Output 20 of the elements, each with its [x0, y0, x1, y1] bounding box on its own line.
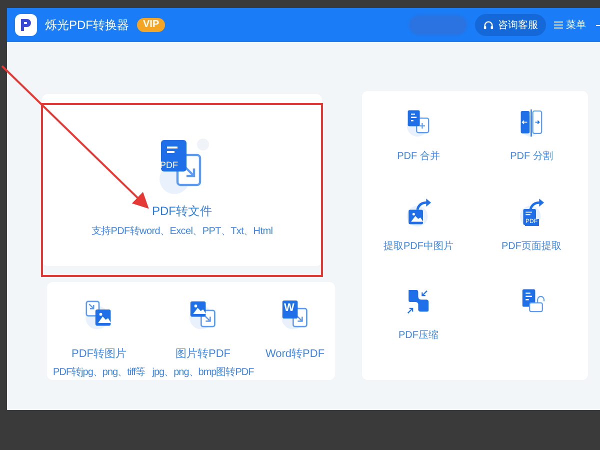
tool-label[interactable]: 图片转PDF [176, 346, 230, 362]
tool-button[interactable]: PDF 合并 [397, 107, 440, 164]
support-button[interactable]: 咨询客服 [475, 14, 546, 36]
app-title: 烁光PDF转换器 [45, 17, 129, 34]
minimize-icon[interactable] [596, 24, 600, 26]
vip-badge: VIP [137, 18, 166, 32]
icon-label: W [284, 302, 294, 314]
tool-description: jpg、png、bmp图转PDF [152, 366, 254, 380]
tool-button[interactable]: PDF 分割 [510, 107, 553, 164]
tool-button[interactable]: PDF压缩 [398, 286, 438, 344]
tool-label[interactable]: Word转PDF [265, 346, 325, 362]
tool-label[interactable]: PDF转图片 [72, 346, 126, 362]
logo-icon [15, 14, 37, 36]
headset-icon [483, 20, 494, 30]
tool-description: 支持PDF转word、Excel、PPT、Txt、Html [91, 224, 273, 239]
menu-icon [554, 21, 563, 29]
menu-button[interactable]: 菜单 [554, 18, 586, 32]
tool-label: PDF转文件 [152, 203, 212, 220]
tool-description: PDF转jpg、png、tiff等 [53, 366, 145, 380]
tool-button[interactable]: 提取PDF中图片 [384, 196, 454, 254]
